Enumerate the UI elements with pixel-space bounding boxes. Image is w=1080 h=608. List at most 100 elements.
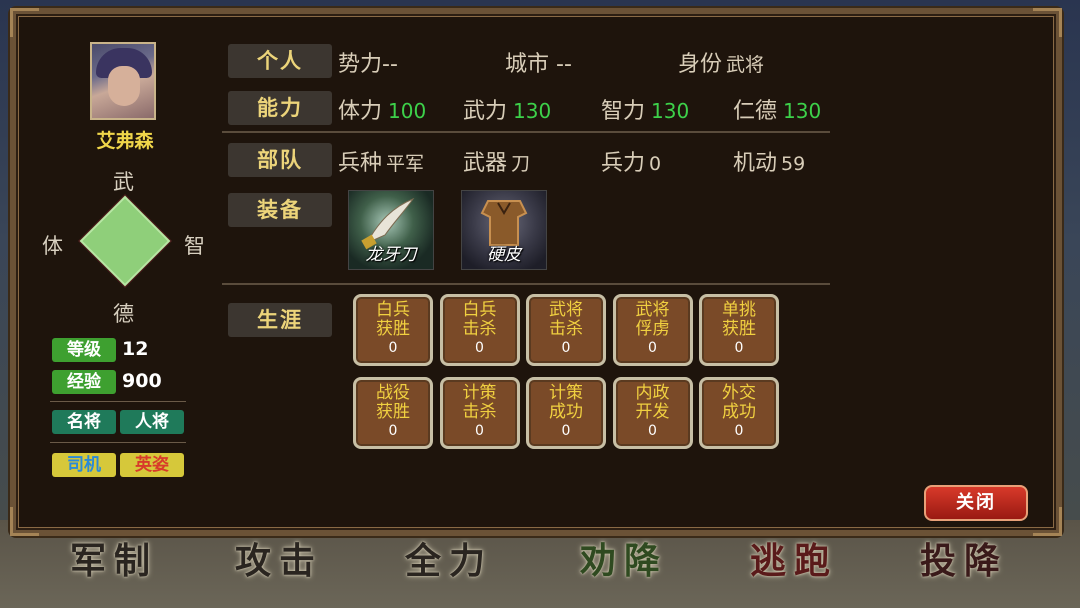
identity-value: 武将 [726,54,765,76]
equipment-name: 龙牙刀 [365,245,417,265]
career-stat-label: 获胜 [376,319,410,339]
divider [50,401,186,402]
career-stat-label: 战役 [376,383,410,403]
career-stat-count: 0 [388,423,398,439]
career-stat-label: 白兵 [462,300,497,320]
career-stat-label: 俘虏 [635,319,670,339]
stat-value: 100 [388,99,427,123]
troop-type-field: 兵种 平军 [338,145,424,177]
soldiers-label: 兵力 [601,151,646,176]
stat-value: 130 [513,99,552,123]
mobility-value: 59 [781,153,806,175]
section-label-equipment: 装备 [228,193,332,227]
stat-name: 仁德 [733,99,778,124]
corner-ornament [1033,507,1062,536]
career-stat-tile: 武将 击杀 0 [526,294,606,366]
mobility-label: 机动 [733,151,778,176]
stat-value: 130 [783,99,822,123]
career-stat-tile: 战役 获胜 0 [353,377,433,449]
career-stat-count: 0 [475,423,484,439]
career-stat-label: 获胜 [722,319,756,339]
identity-field: 身份 武将 [678,46,764,78]
career-stat-tile: 内政 开发 0 [612,377,693,449]
corner-ornament [1033,8,1062,37]
radar-label-war: 武 [113,170,134,194]
career-stat-tile: 武将 俘虏 0 [612,294,693,366]
career-stat-tile: 单挑 获胜 0 [699,294,779,366]
troop-type-value: 平军 [386,153,425,175]
tag-heroic: 英姿 [120,453,184,477]
city-field: 城市 -- [505,46,572,78]
level-value: 12 [122,338,149,360]
radar-diamond [78,194,172,288]
career-stat-tile: 白兵 击杀 0 [439,294,520,366]
city-value: -- [556,52,572,77]
career-stat-count: 0 [734,340,744,356]
career-stat-label: 成功 [722,402,756,422]
corner-ornament [10,507,39,536]
equipment-slot-weapon[interactable]: 龙牙刀 [348,190,434,270]
career-stat-label: 获胜 [376,402,410,422]
weapon-label: 武器 [463,151,508,176]
stat-name: 体力 [338,99,383,124]
troop-type-label: 兵种 [338,151,383,176]
section-label-ability: 能力 [228,91,332,125]
portrait-face [108,66,140,106]
stat-name: 智力 [601,99,646,124]
faction-field: 势力-- [338,46,398,78]
career-stat-count: 0 [648,423,657,439]
background-command-0: 军制 [70,540,159,582]
career-stat-label: 武将 [549,300,583,320]
section-divider [222,131,830,133]
soldiers-value: 0 [649,153,662,175]
weapon-field: 武器刀 [463,145,530,177]
career-stat-count: 0 [561,340,571,356]
section-label-personal: 个人 [228,44,332,78]
radar-fill [79,195,171,287]
career-stat-label: 外交 [722,383,756,403]
career-stat-label: 计策 [549,383,583,403]
mobility-field: 机动 59 [733,145,805,177]
ability-stat: 智力 130 [601,93,689,125]
career-stat-label: 内政 [635,383,670,403]
city-label: 城市 [505,52,550,77]
tag-driver: 司机 [52,453,116,477]
faction-label: 势力 [338,52,383,77]
career-stat-label: 击杀 [462,319,497,339]
exp-badge: 经验 [52,370,116,394]
equipment-slot-armor[interactable]: 硬皮 [461,190,547,270]
stat-name: 武力 [463,99,508,124]
career-stat-label: 单挑 [722,300,756,320]
radar-label-virtue: 德 [113,302,134,326]
career-stat-tile: 白兵 获胜 0 [353,294,433,366]
career-stat-label: 计策 [462,383,497,403]
stat-value: 130 [651,99,690,123]
general-name: 艾弗森 [96,130,154,152]
equipment-name: 硬皮 [487,245,521,265]
career-stat-tile: 外交 成功 0 [699,377,779,449]
radar-label-intellect: 智 [184,234,205,258]
career-stat-count: 0 [734,423,744,439]
career-stat-tile: 计策 击杀 0 [439,377,520,449]
corner-ornament [10,8,39,37]
soldiers-field: 兵力 0 [601,145,661,177]
ability-stat: 仁德 130 [733,93,821,125]
ability-stat: 武力 130 [463,93,551,125]
background-command-3: 劝降 [580,540,669,582]
background-command-4: 逃跑 [750,540,839,582]
background-command-1: 攻击 [235,540,324,582]
career-stat-label: 白兵 [376,300,410,320]
career-stat-label: 击杀 [462,402,497,422]
career-stat-count: 0 [648,340,657,356]
faction-value: -- [382,52,398,77]
attribute-radar: 武 体 智 德 [40,168,208,326]
identity-label: 身份 [678,52,723,77]
level-badge: 等级 [52,338,116,362]
career-stat-count: 0 [388,340,398,356]
section-label-career: 生涯 [228,303,332,337]
close-button[interactable]: 关闭 [924,485,1028,521]
exp-value: 900 [122,370,162,392]
career-stat-tile: 计策 成功 0 [526,377,606,449]
tag-famous-general: 名将 [52,410,116,434]
radar-label-body: 体 [42,234,63,258]
